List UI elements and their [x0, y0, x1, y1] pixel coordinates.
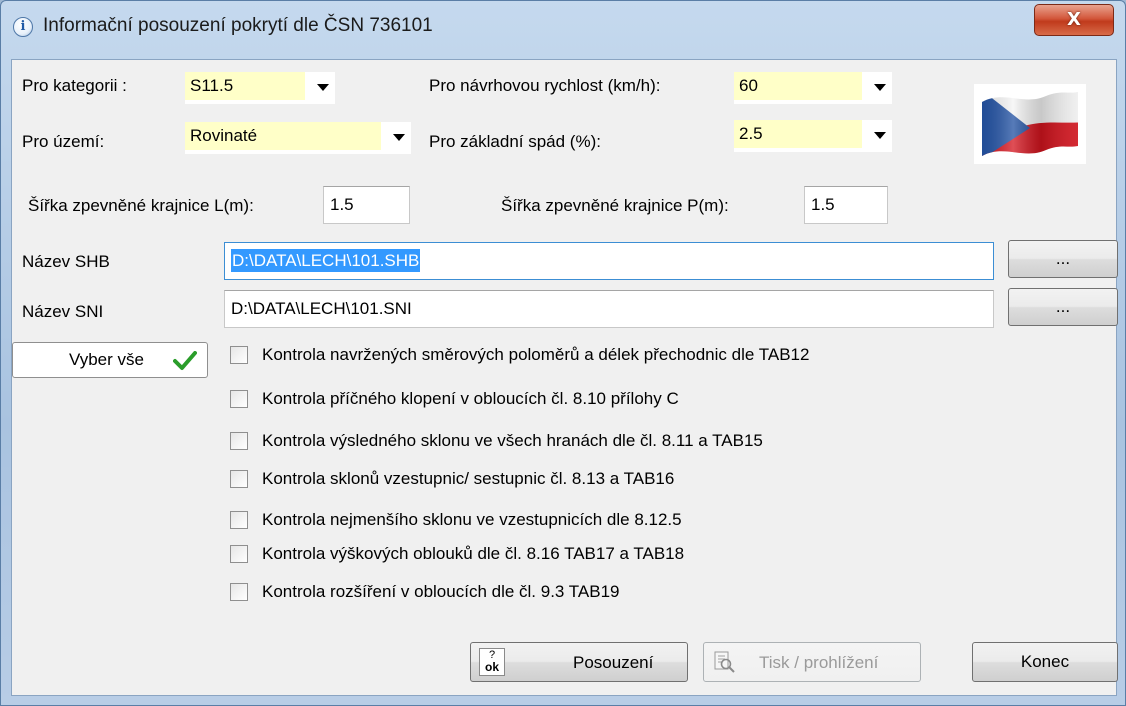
terrain-value: Rovinaté [185, 122, 381, 150]
terrain-combo[interactable]: Rovinaté [185, 122, 411, 154]
checkbox[interactable] [230, 346, 248, 364]
category-combo[interactable]: S11.5 [185, 72, 335, 104]
check-label: Kontrola sklonů vzestupnic/ sestupnic čl… [262, 469, 675, 488]
sni-path-input[interactable]: D:\DATA\LECH\101.SNI [224, 290, 994, 328]
chevron-down-icon [874, 84, 886, 91]
check-label: Kontrola nejmenšího sklonu ve vzestupnic… [262, 510, 682, 529]
title-bar[interactable]: i Informační posouzení pokrytí dle ČSN 7… [1, 1, 1125, 51]
select-all-button[interactable]: Vyber vše [12, 342, 208, 378]
shb-path-input[interactable]: D:\DATA\LECH\101.SHB [224, 242, 994, 280]
print-preview-label: Tisk / prohlížení [759, 653, 879, 672]
window-title: Informační posouzení pokrytí dle ČSN 736… [43, 15, 433, 36]
speed-value: 60 [734, 72, 862, 100]
close-window-button[interactable]: X [1034, 4, 1114, 36]
slope-value: 2.5 [734, 120, 862, 148]
shoulder-left-label: Šířka zpevněné krajnice L(m): [28, 196, 254, 215]
checkbox[interactable] [230, 432, 248, 450]
chevron-down-icon [393, 134, 405, 141]
chevron-down-icon [317, 84, 329, 91]
shoulder-left-input[interactable]: 1.5 [323, 186, 410, 224]
shoulder-right-input[interactable]: 1.5 [804, 186, 888, 224]
check-label: Kontrola příčného klopení v obloucích čl… [262, 389, 679, 408]
checkbox[interactable] [230, 545, 248, 563]
close-dialog-button[interactable]: Konec [972, 642, 1118, 682]
shoulder-right-label: Šířka zpevněné krajnice P(m): [501, 196, 729, 215]
chevron-down-icon [874, 132, 886, 139]
dialog-window: i Informační posouzení pokrytí dle ČSN 7… [0, 0, 1126, 706]
sni-label: Název SNI [22, 302, 104, 321]
speed-label: Pro návrhovou rychlost (km/h): [429, 76, 661, 95]
assess-button[interactable]: ? ok Posouzení [470, 642, 688, 682]
shb-path-value: D:\DATA\LECH\101.SHB [231, 249, 421, 272]
check-label: Kontrola rozšíření v obloucích dle čl. 9… [262, 582, 620, 601]
dialog-client-area: Pro kategorii : S11.5 Pro návrhovou rych… [11, 59, 1118, 696]
assess-label: Posouzení [573, 653, 654, 672]
check-label: Kontrola výškových oblouků dle čl. 8.16 … [262, 544, 685, 563]
check-label: Kontrola výsledného sklonu ve všech hran… [262, 431, 763, 450]
browse-shb-button[interactable]: ... [1008, 240, 1118, 278]
info-icon: i [13, 17, 33, 37]
checkbox[interactable] [230, 511, 248, 529]
browse-sni-button[interactable]: ... [1008, 288, 1118, 326]
terrain-label: Pro území: [22, 132, 105, 151]
speed-combo[interactable]: 60 [734, 72, 892, 104]
checkbox[interactable] [230, 390, 248, 408]
category-label: Pro kategorii : [22, 76, 127, 95]
select-all-label: Vyber vše [69, 350, 144, 369]
ok-icon: ? ok [479, 648, 505, 676]
print-preview-icon [714, 651, 735, 673]
checkbox[interactable] [230, 470, 248, 488]
check-label: Kontrola navržených směrových poloměrů a… [262, 345, 810, 364]
slope-label: Pro základní spád (%): [429, 132, 601, 151]
czech-flag-icon [974, 84, 1086, 164]
category-value: S11.5 [185, 72, 305, 100]
checkmark-icon [173, 351, 197, 370]
shb-label: Název SHB [22, 252, 110, 271]
slope-combo[interactable]: 2.5 [734, 120, 892, 152]
checkbox[interactable] [230, 583, 248, 601]
print-preview-button[interactable]: Tisk / prohlížení [703, 642, 921, 682]
